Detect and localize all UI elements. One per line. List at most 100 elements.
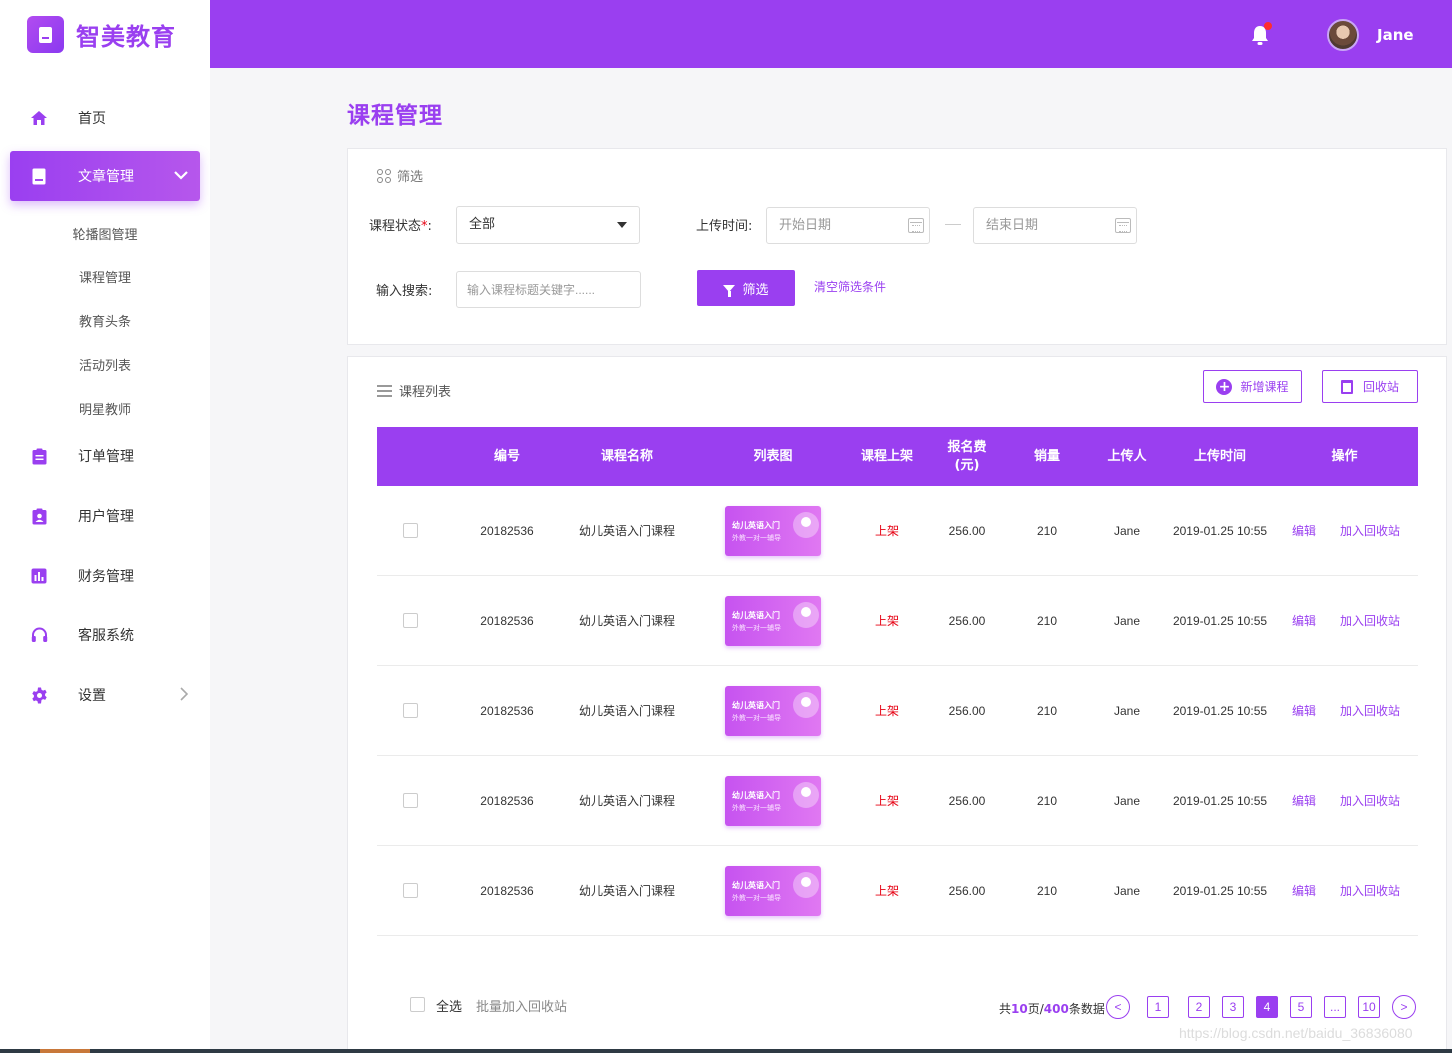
- edit-link[interactable]: 编辑: [1287, 846, 1321, 935]
- brand-name: 智美教育: [76, 23, 176, 51]
- thumbnail-subtitle: 外教一对一辅导: [732, 713, 781, 722]
- chevron-down-icon: [174, 168, 188, 184]
- row-id: 20182536: [480, 523, 534, 538]
- col-sales: 销量: [1033, 448, 1060, 464]
- sidebar-subitem-carousel[interactable]: 轮播图管理: [0, 224, 210, 243]
- brand-logo[interactable]: 智美教育: [27, 16, 176, 53]
- filter-button-label: 筛选: [742, 282, 769, 298]
- edit-link[interactable]: 编辑: [1287, 576, 1321, 665]
- sidebar-subitem-headlines[interactable]: 教育头条: [0, 311, 210, 330]
- row-upload-time: 2019-01.25 10:55: [1172, 613, 1268, 628]
- row-course-name: 幼儿英语入门课程: [578, 524, 675, 538]
- avatar[interactable]: [1327, 19, 1359, 51]
- col-thumb: 列表图: [753, 448, 793, 464]
- row-uploader: Jane: [1113, 613, 1141, 628]
- table-row: 20182536 幼儿英语入门课程 幼儿英语入门 外教一对一辅导 上架 256.00 210…: [377, 486, 1418, 576]
- add-course-button[interactable]: + 新增课程: [1203, 370, 1302, 403]
- page-button-5[interactable]: 5: [1290, 996, 1312, 1018]
- row-fee: 256.00: [948, 793, 986, 808]
- gear-icon: [30, 686, 48, 704]
- recycle-bin-button[interactable]: 回收站: [1322, 370, 1418, 403]
- row-checkbox[interactable]: [403, 613, 418, 628]
- row-thumb-cell: 幼儿英语入门 外教一对一辅导: [725, 486, 821, 575]
- list-title-text: 课程列表: [399, 385, 452, 400]
- edit-link[interactable]: 编辑: [1287, 666, 1321, 755]
- search-input[interactable]: [456, 271, 641, 308]
- username[interactable]: Jane: [1377, 26, 1414, 44]
- sidebar-item-articles[interactable]: 文章管理: [10, 151, 200, 201]
- row-checkbox[interactable]: [403, 793, 418, 808]
- sidebar-subitem-teachers[interactable]: 明星教师: [0, 399, 210, 418]
- course-thumbnail[interactable]: 幼儿英语入门 外教一对一辅导: [725, 775, 821, 826]
- select-all-label[interactable]: 全选: [436, 996, 462, 1015]
- user-badge-icon: [30, 507, 48, 525]
- clear-filter-link[interactable]: 清空筛选条件: [814, 278, 886, 295]
- page-button-3[interactable]: 3: [1222, 996, 1244, 1018]
- row-checkbox[interactable]: [403, 883, 418, 898]
- clipboard-icon: [30, 447, 48, 465]
- thumbnail-subtitle: 外教一对一辅导: [732, 893, 781, 902]
- sidebar-item-users[interactable]: 用户管理: [0, 491, 210, 541]
- add-to-recycle-link[interactable]: 加入回收站: [1335, 576, 1405, 665]
- status-label: 课程状态*:: [369, 215, 432, 234]
- home-icon: [30, 109, 48, 127]
- row-sales: 210: [1036, 793, 1058, 808]
- bell-icon[interactable]: [1250, 22, 1272, 46]
- start-date-input[interactable]: 开始日期: [766, 207, 930, 244]
- sidebar-item-support[interactable]: 客服系统: [0, 610, 210, 660]
- sidebar-item-settings[interactable]: 设置: [0, 670, 210, 720]
- col-id: 编号: [493, 448, 520, 464]
- upload-time-label: 上传时间:: [696, 219, 753, 234]
- page-button-2[interactable]: 2: [1188, 996, 1210, 1018]
- prev-page-button[interactable]: <: [1106, 995, 1130, 1019]
- teacher-avatar-icon: [793, 601, 819, 628]
- items-unit: 条数据: [1068, 1002, 1105, 1016]
- row-checkbox[interactable]: [403, 703, 418, 718]
- filter-button[interactable]: 筛选: [697, 270, 795, 306]
- row-sales: 210: [1036, 613, 1058, 628]
- next-page-button[interactable]: >: [1392, 995, 1416, 1019]
- page-button-10[interactable]: 10: [1358, 996, 1380, 1018]
- sidebar-item-label: 财务管理: [78, 569, 134, 585]
- course-thumbnail[interactable]: 幼儿英语入门 外教一对一辅导: [725, 505, 821, 556]
- sidebar-subitem-courses[interactable]: 课程管理: [0, 267, 210, 286]
- course-thumbnail[interactable]: 幼儿英语入门 外教一对一辅导: [725, 865, 821, 916]
- row-status: 上架: [874, 524, 899, 538]
- course-thumbnail[interactable]: 幼儿英语入门 外教一对一辅导: [725, 685, 821, 736]
- add-to-recycle-link[interactable]: 加入回收站: [1335, 486, 1405, 575]
- teacher-avatar-icon: [793, 781, 819, 808]
- sidebar-item-finance[interactable]: 财务管理: [0, 551, 210, 601]
- page-button-4[interactable]: 4: [1256, 996, 1278, 1018]
- date-range-separator: [945, 224, 961, 225]
- sidebar-item-home[interactable]: 首页: [0, 93, 210, 143]
- course-thumbnail[interactable]: 幼儿英语入门 外教一对一辅导: [725, 595, 821, 646]
- trash-icon: [1340, 379, 1353, 394]
- table-row: 20182536 幼儿英语入门课程 幼儿英语入门 外教一对一辅导 上架 256.00 210…: [377, 666, 1418, 756]
- status-select[interactable]: 全部: [456, 206, 640, 244]
- status-label-colon: :: [427, 219, 432, 234]
- sidebar-item-label: 设置: [78, 688, 106, 704]
- row-checkbox[interactable]: [403, 523, 418, 538]
- add-to-recycle-link[interactable]: 加入回收站: [1335, 666, 1405, 755]
- page-button-1[interactable]: 1: [1147, 996, 1169, 1018]
- page-ellipsis[interactable]: ...: [1324, 996, 1346, 1018]
- row-fee: 256.00: [948, 613, 986, 628]
- edit-link[interactable]: 编辑: [1287, 486, 1321, 575]
- end-date-input[interactable]: 结束日期: [973, 207, 1137, 244]
- plus-circle-icon: +: [1216, 378, 1233, 395]
- row-status: 上架: [874, 704, 899, 718]
- add-to-recycle-link[interactable]: 加入回收站: [1335, 846, 1405, 935]
- add-to-recycle-link[interactable]: 加入回收站: [1335, 756, 1405, 845]
- sidebar-item-label: 文章管理: [78, 169, 134, 185]
- teacher-avatar-icon: [793, 511, 819, 538]
- headset-icon: [30, 626, 48, 644]
- row-sales: 210: [1036, 703, 1058, 718]
- batch-recycle-button[interactable]: 批量加入回收站: [476, 996, 567, 1015]
- sidebar-item-orders[interactable]: 订单管理: [0, 431, 210, 481]
- sidebar-subitem-activities[interactable]: 活动列表: [0, 355, 210, 374]
- select-all-checkbox[interactable]: [410, 997, 425, 1012]
- watermark-text: https://blog.csdn.net/baidu_36836080: [1179, 1025, 1413, 1041]
- row-id: 20182536: [480, 703, 534, 718]
- edit-link[interactable]: 编辑: [1287, 756, 1321, 845]
- col-actions: 操作: [1331, 448, 1358, 464]
